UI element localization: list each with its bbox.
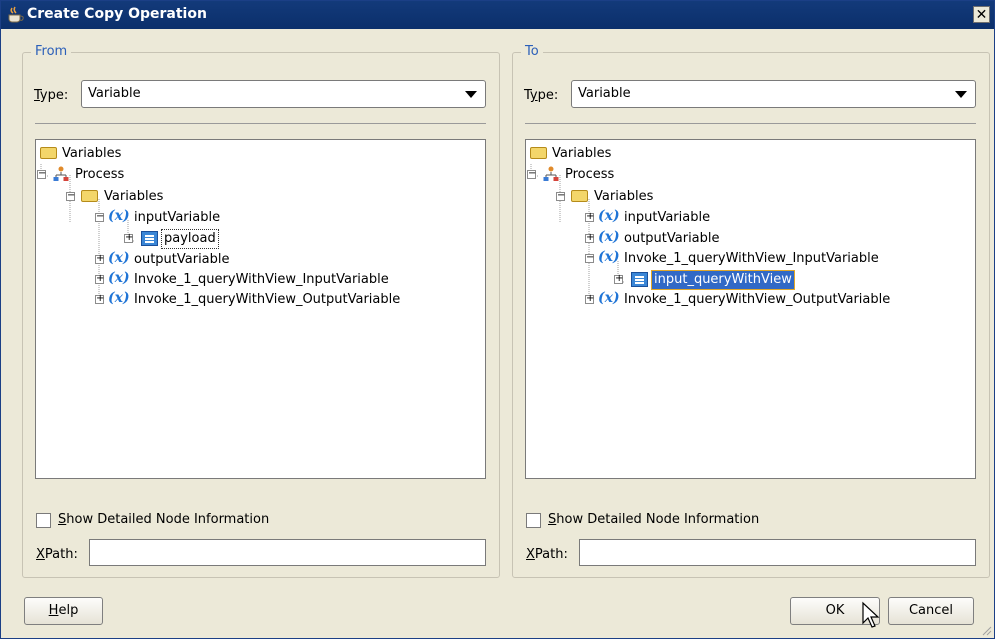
tree-node-label: Variables — [62, 146, 122, 161]
title-bar[interactable]: Create Copy Operation ✕ — [1, 1, 994, 29]
expand-toggle-icon[interactable]: + — [95, 294, 104, 304]
create-copy-operation-dialog: Create Copy Operation ✕ From Type: Varia… — [0, 0, 995, 639]
label-rest: how Detailed Node Information — [556, 512, 760, 527]
tree-node-label: Invoke_1_queryWithView_InputVariable — [624, 251, 879, 266]
expand-toggle-icon[interactable]: + — [124, 233, 133, 243]
collapse-toggle-icon[interactable]: − — [37, 169, 46, 179]
variable-icon: (x) — [108, 290, 130, 306]
expand-toggle-icon[interactable]: + — [95, 254, 104, 264]
variable-icon: (x) — [598, 290, 620, 306]
tree-node-label-selected: input_queryWithView — [651, 270, 795, 290]
dialog-title: Create Copy Operation — [27, 6, 207, 22]
expand-toggle-icon[interactable]: + — [585, 294, 594, 304]
collapse-toggle-icon[interactable]: − — [585, 253, 594, 263]
close-button[interactable]: ✕ — [973, 6, 990, 23]
tree-node-label: Variables — [552, 146, 612, 161]
to-variable-tree[interactable]: Variables − Process − Variables + (x) in… — [525, 139, 976, 479]
process-icon — [53, 166, 69, 181]
jdeveloper-cup-icon — [8, 6, 24, 23]
to-type-value: Variable — [578, 86, 631, 101]
tree-node-label: Invoke_1_queryWithView_OutputVariable — [134, 292, 401, 307]
mouse-cursor-icon — [862, 601, 880, 628]
to-legend: To — [521, 44, 543, 59]
label-rest: Path: — [44, 547, 78, 562]
separator — [525, 123, 976, 124]
chevron-down-icon[interactable] — [465, 91, 477, 98]
element-icon — [631, 272, 648, 287]
from-panel: From Type: Variable Variables − Process … — [22, 44, 500, 578]
to-xpath-input[interactable] — [579, 539, 976, 566]
variable-icon: (x) — [108, 270, 130, 286]
from-show-detailed-checkbox[interactable] — [36, 513, 51, 528]
mnemonic: X — [526, 547, 535, 562]
variable-icon: (x) — [598, 208, 620, 224]
to-type-label: Type: — [524, 88, 558, 103]
tree-node-label: Process — [75, 167, 125, 182]
variable-icon: (x) — [598, 249, 620, 265]
from-type-value: Variable — [88, 86, 141, 101]
expand-toggle-icon[interactable]: + — [95, 274, 104, 284]
process-icon — [543, 166, 559, 181]
collapse-toggle-icon[interactable]: − — [527, 169, 536, 179]
collapse-toggle-icon[interactable]: − — [556, 191, 565, 201]
tree-node-label: inputVariable — [134, 210, 221, 225]
tree-node-label: outputVariable — [134, 252, 230, 267]
tree-node-label: Variables — [594, 189, 654, 204]
to-show-detailed-checkbox[interactable] — [526, 513, 541, 528]
mnemonic: H — [48, 603, 59, 618]
variable-icon: (x) — [108, 250, 130, 266]
to-type-mnemonic: y — [529, 88, 538, 103]
tree-node-label: outputVariable — [624, 231, 720, 246]
from-type-label: Type: — [34, 88, 68, 103]
tree-node-label: inputVariable — [624, 210, 711, 225]
collapse-toggle-icon[interactable]: − — [95, 212, 104, 222]
cancel-button[interactable]: Cancel — [888, 597, 974, 625]
folder-open-icon — [81, 190, 98, 202]
tree-node-label: Variables — [104, 189, 164, 204]
variable-icon: (x) — [598, 229, 620, 245]
to-type-label-rest: pe: — [537, 88, 559, 103]
from-xpath-label: XPath: — [36, 547, 78, 562]
expand-toggle-icon[interactable]: + — [585, 212, 594, 222]
button-label: elp — [58, 603, 79, 618]
label-rest: Path: — [534, 547, 568, 562]
chevron-down-icon[interactable] — [955, 91, 967, 98]
tree-node-label: Process — [565, 167, 615, 182]
from-variable-tree[interactable]: Variables − Process − Variables − (x) in… — [35, 139, 486, 479]
from-xpath-input[interactable] — [89, 539, 486, 566]
mnemonic: X — [36, 547, 45, 562]
resize-grip-icon[interactable] — [980, 624, 992, 636]
folder-open-icon — [40, 147, 57, 159]
from-type-select[interactable]: Variable — [81, 80, 486, 108]
from-legend: From — [31, 44, 72, 59]
from-show-detailed-label: Show Detailed Node Information — [58, 512, 269, 527]
separator — [35, 123, 486, 124]
folder-open-icon — [571, 190, 588, 202]
folder-open-icon — [530, 147, 547, 159]
to-xpath-label: XPath: — [526, 547, 568, 562]
expand-toggle-icon[interactable]: + — [585, 233, 594, 243]
to-show-detailed-label: Show Detailed Node Information — [548, 512, 759, 527]
from-type-label-rest: ype: — [39, 88, 69, 103]
element-icon — [141, 231, 158, 246]
variable-icon: (x) — [108, 208, 130, 224]
to-panel: To Type: Variable Variables − Process − … — [512, 44, 990, 578]
to-type-select[interactable]: Variable — [571, 80, 976, 108]
expand-toggle-icon[interactable]: + — [614, 274, 623, 284]
tree-node-label: Invoke_1_queryWithView_OutputVariable — [624, 292, 891, 307]
collapse-toggle-icon[interactable]: − — [66, 191, 75, 201]
tree-node-label: Invoke_1_queryWithView_InputVariable — [134, 272, 389, 287]
label-rest: how Detailed Node Information — [66, 512, 270, 527]
tree-node-label-focused: payload — [161, 229, 219, 249]
help-button[interactable]: Help — [24, 597, 103, 625]
